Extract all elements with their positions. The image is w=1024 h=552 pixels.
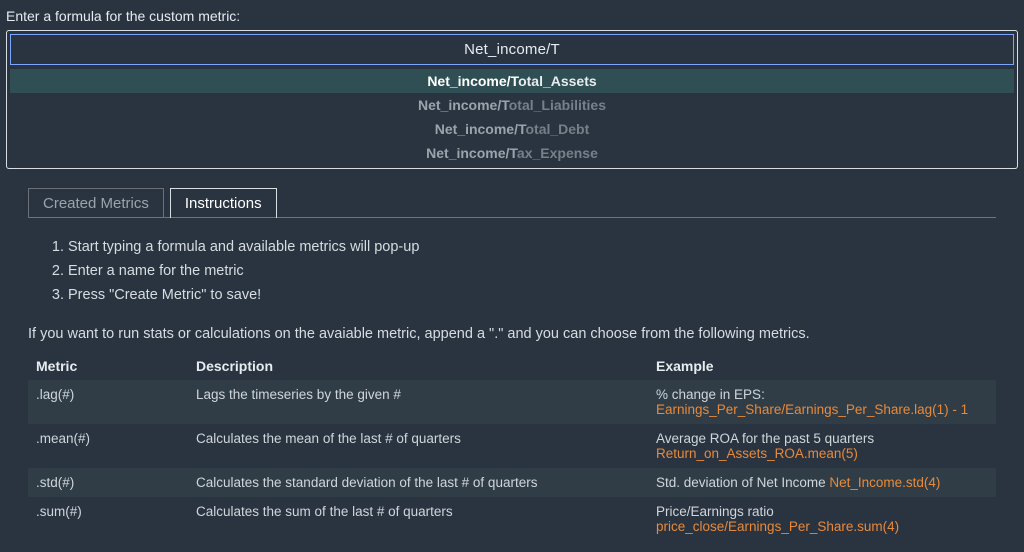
tab-bar: Created MetricsInstructions bbox=[28, 187, 996, 218]
col-header-description: Description bbox=[188, 352, 648, 380]
tab-instructions[interactable]: Instructions bbox=[170, 188, 277, 218]
instruction-step: Start typing a formula and available met… bbox=[68, 236, 990, 260]
cell-metric: .mean(#) bbox=[28, 424, 188, 468]
cell-metric: .sum(#) bbox=[28, 497, 188, 541]
cell-description: Calculates the mean of the last # of qua… bbox=[188, 424, 648, 468]
table-header-row: Metric Description Example bbox=[28, 352, 996, 380]
cell-description: Calculates the sum of the last # of quar… bbox=[188, 497, 648, 541]
col-header-example: Example bbox=[648, 352, 996, 380]
cell-example: Average ROA for the past 5 quartersRetur… bbox=[648, 424, 996, 468]
cell-metric: .std(#) bbox=[28, 468, 188, 497]
formula-combobox: Net_income/Total_AssetsNet_income/Total_… bbox=[6, 30, 1018, 169]
autocomplete-list: Net_income/Total_AssetsNet_income/Total_… bbox=[10, 69, 1014, 165]
autocomplete-option[interactable]: Net_income/Total_Assets bbox=[10, 69, 1014, 93]
cell-example: Std. deviation of Net Income Net_Income.… bbox=[648, 468, 996, 497]
functions-table: Metric Description Example .lag(#)Lags t… bbox=[28, 352, 996, 541]
cell-example: Price/Earnings ratioprice_close/Earnings… bbox=[648, 497, 996, 541]
example-code: Net_Income.std(4) bbox=[829, 475, 940, 490]
instructions-panel: Start typing a formula and available met… bbox=[28, 218, 996, 322]
instruction-step: Press "Create Metric" to save! bbox=[68, 284, 990, 308]
cell-example: % change in EPS:Earnings_Per_Share/Earni… bbox=[648, 380, 996, 424]
example-code: Return_on_Assets_ROA.mean(5) bbox=[656, 446, 858, 461]
autocomplete-option[interactable]: Net_income/Total_Liabilities bbox=[10, 93, 1014, 117]
formula-input[interactable] bbox=[10, 34, 1014, 65]
tab-created-metrics[interactable]: Created Metrics bbox=[28, 188, 164, 218]
example-code: Earnings_Per_Share/Earnings_Per_Share.la… bbox=[656, 402, 968, 417]
table-row: .mean(#)Calculates the mean of the last … bbox=[28, 424, 996, 468]
cell-metric: .lag(#) bbox=[28, 380, 188, 424]
example-code: price_close/Earnings_Per_Share.sum(4) bbox=[656, 519, 899, 534]
instruction-step: Enter a name for the metric bbox=[68, 260, 990, 284]
col-header-metric: Metric bbox=[28, 352, 188, 380]
autocomplete-option[interactable]: Net_income/Tax_Expense bbox=[10, 141, 1014, 165]
table-row: .std(#)Calculates the standard deviation… bbox=[28, 468, 996, 497]
autocomplete-option[interactable]: Net_income/Total_Debt bbox=[10, 117, 1014, 141]
cell-description: Lags the timeseries by the given # bbox=[188, 380, 648, 424]
instruction-steps: Start typing a formula and available met… bbox=[34, 236, 990, 308]
cell-description: Calculates the standard deviation of the… bbox=[188, 468, 648, 497]
table-row: .lag(#)Lags the timeseries by the given … bbox=[28, 380, 996, 424]
functions-note: If you want to run stats or calculations… bbox=[28, 322, 996, 352]
table-row: .sum(#)Calculates the sum of the last # … bbox=[28, 497, 996, 541]
formula-field-label: Enter a formula for the custom metric: bbox=[6, 8, 1018, 24]
